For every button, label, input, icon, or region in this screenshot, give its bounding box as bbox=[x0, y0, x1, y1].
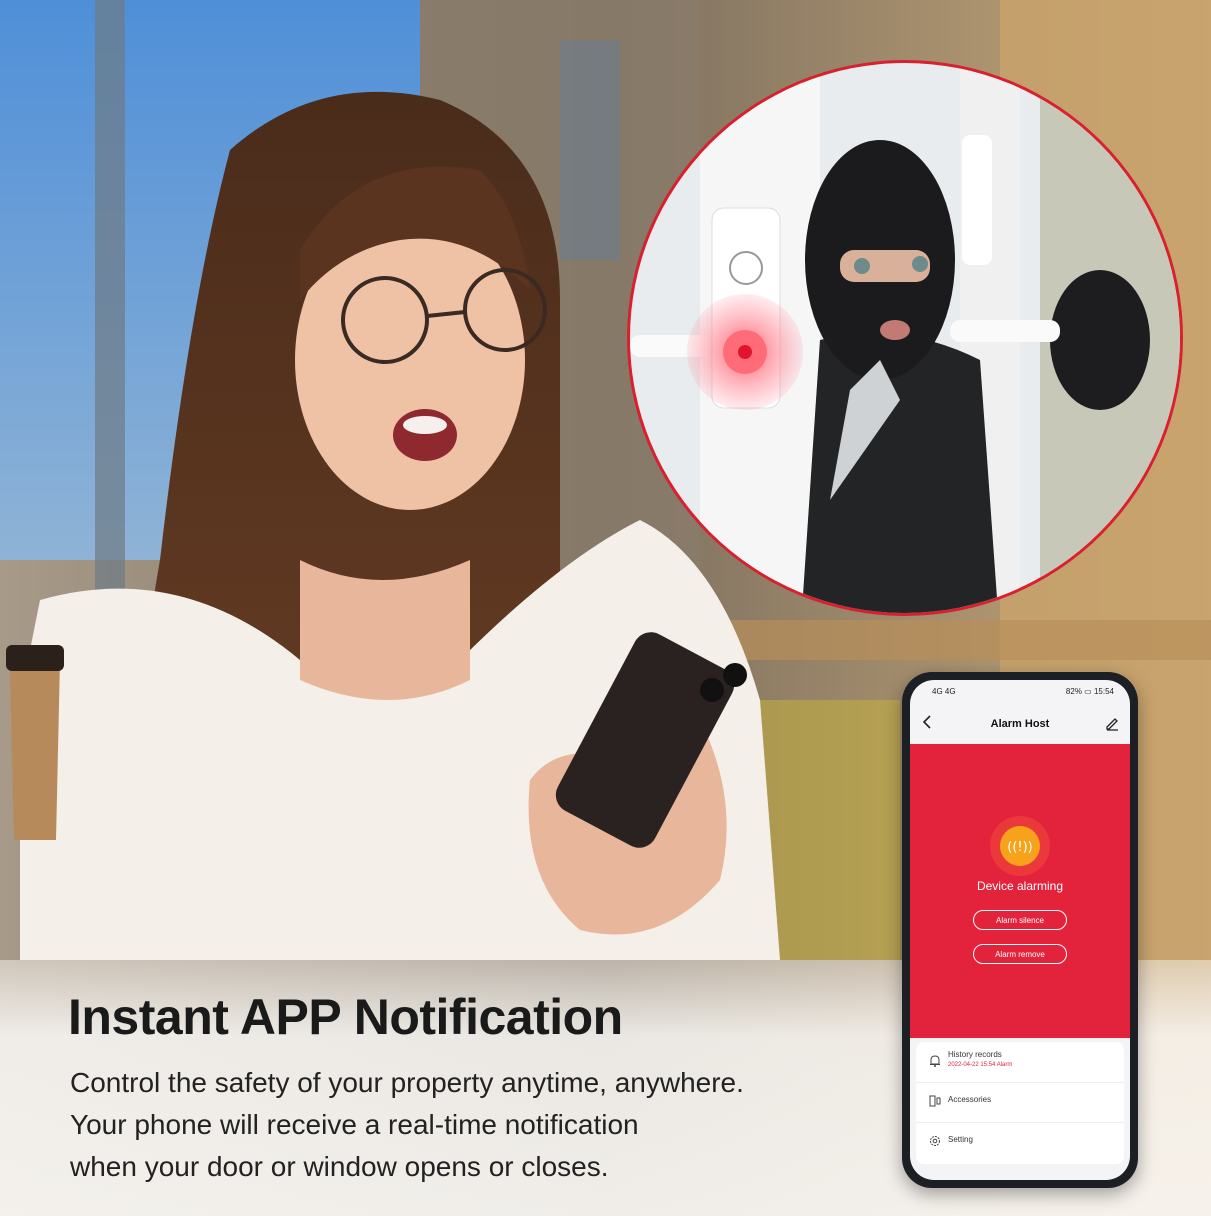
menu-label: Accessories bbox=[948, 1095, 992, 1104]
description-line: when your door or window opens or closes… bbox=[70, 1151, 609, 1182]
menu-label: History records bbox=[948, 1050, 1002, 1059]
clock: 15:54 bbox=[1093, 687, 1114, 696]
alarm-status-text: Device alarming bbox=[976, 879, 1064, 893]
description-line: Your phone will receive a real-time noti… bbox=[70, 1109, 639, 1140]
alarm-silence-button[interactable]: Alarm silence bbox=[973, 910, 1067, 930]
app-header: Alarm Host bbox=[910, 708, 1130, 738]
gear-icon bbox=[930, 1136, 940, 1146]
menu-card: History records 2022-04-22 15:54 Alarm A… bbox=[916, 1042, 1124, 1164]
alarm-remove-button[interactable]: Alarm remove bbox=[973, 944, 1067, 964]
description-line: Control the safety of your property anyt… bbox=[70, 1067, 744, 1098]
status-right: 82% ▭ 15:54 bbox=[1066, 687, 1114, 696]
alarm-panel: ((!)) Device alarming Alarm silence Alar… bbox=[910, 744, 1130, 1038]
menu-item-history[interactable]: History records 2022-04-22 15:54 Alarm bbox=[916, 1042, 1124, 1083]
menu-label: Setting bbox=[948, 1135, 973, 1144]
app-title: Alarm Host bbox=[990, 718, 1050, 730]
svg-text:((!)): ((!)) bbox=[1007, 840, 1033, 855]
signal-indicator: 4G 4G bbox=[932, 687, 956, 696]
alarm-siren-icon: ((!)) bbox=[1000, 826, 1040, 866]
description: Control the safety of your property anyt… bbox=[70, 1062, 890, 1188]
devices-icon bbox=[929, 1095, 941, 1107]
battery-icon: ▭ bbox=[1084, 687, 1092, 696]
bell-icon bbox=[930, 1055, 940, 1067]
phone-mockup: 4G 4G 82% ▭ 15:54 Alarm Host ((!)) Devic… bbox=[902, 672, 1138, 1188]
status-bar: 4G 4G 82% ▭ 15:54 bbox=[910, 680, 1130, 702]
battery-level: 82% bbox=[1065, 687, 1082, 696]
phone-screen: 4G 4G 82% ▭ 15:54 Alarm Host ((!)) Devic… bbox=[910, 680, 1130, 1180]
menu-item-accessories[interactable]: Accessories bbox=[916, 1082, 1124, 1123]
headline: Instant APP Notification bbox=[68, 989, 623, 1045]
menu-item-setting[interactable]: Setting bbox=[916, 1122, 1124, 1162]
pencil-icon[interactable] bbox=[1102, 712, 1122, 732]
menu-sublabel: 2022-04-22 15:54 Alarm bbox=[948, 1062, 1013, 1068]
chevron-left-icon[interactable] bbox=[918, 712, 938, 732]
